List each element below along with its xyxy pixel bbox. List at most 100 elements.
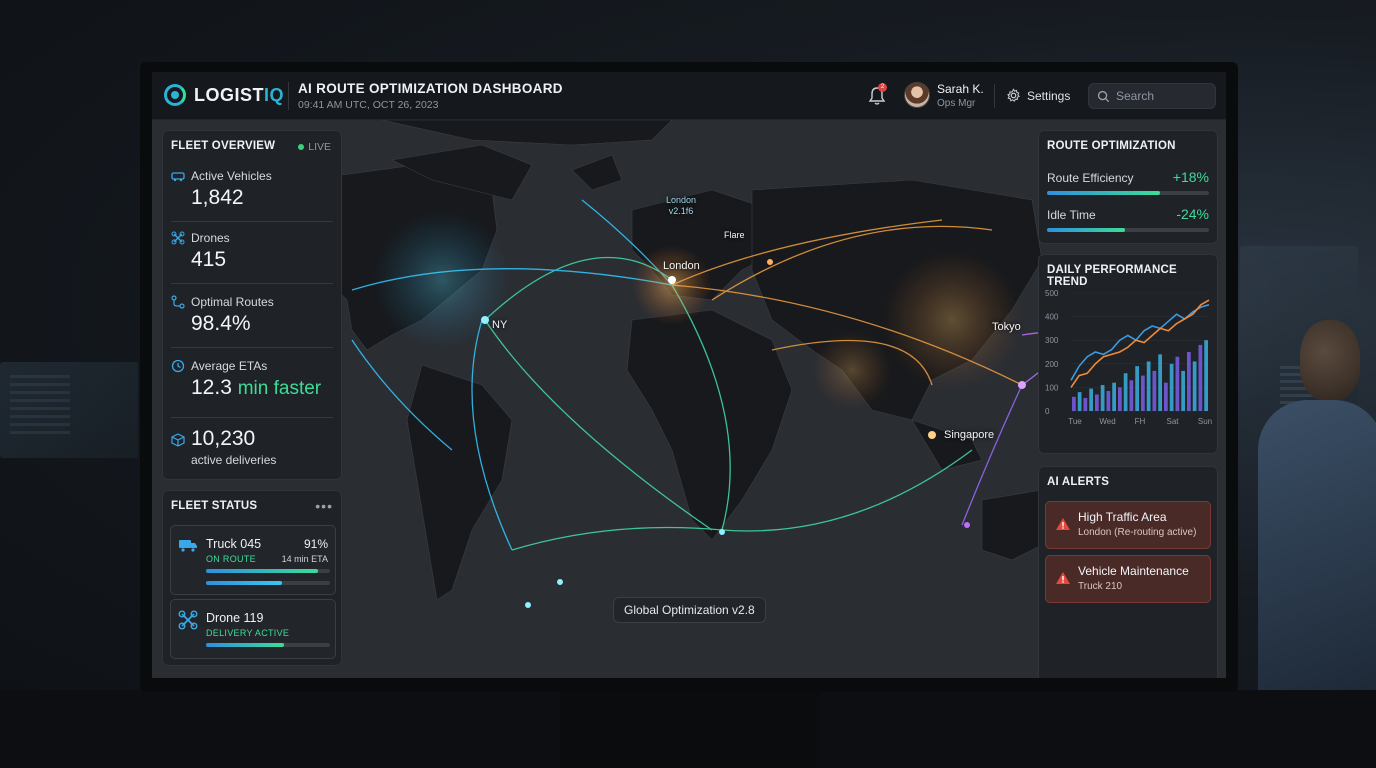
x-tick-label: Sat <box>1166 417 1179 426</box>
bar <box>1181 370 1185 411</box>
bar <box>1164 382 1168 411</box>
bar <box>1175 356 1180 411</box>
search-icon <box>1097 90 1110 102</box>
bar <box>1135 366 1139 411</box>
background-person <box>1250 310 1376 710</box>
warning-icon <box>1056 572 1070 584</box>
y-tick-label: 200 <box>1045 360 1059 369</box>
truck-icon <box>179 540 197 552</box>
bar <box>1169 363 1174 411</box>
fleet-status-title: FLEET STATUS <box>171 500 258 512</box>
metric-optimal-routes[interactable]: Optimal Routes 98.4% <box>171 295 333 336</box>
progress-bar <box>206 643 330 647</box>
live-dot-icon <box>298 144 305 150</box>
metric-active-deliveries[interactable]: 10,230 active deliveries <box>171 427 333 467</box>
logo-icon <box>164 84 186 106</box>
progress-fill <box>1047 191 1161 195</box>
dashboard-screen: LOGISTIQ AI ROUTE OPTIMIZATION DASHBOARD… <box>152 72 1226 678</box>
header-divider <box>288 82 289 110</box>
progress-fill <box>206 581 282 585</box>
search-input[interactable] <box>1116 89 1206 103</box>
background-monitor-left <box>0 362 138 458</box>
bar <box>1192 361 1197 411</box>
ny-label[interactable]: NY <box>492 319 507 331</box>
bar <box>1089 388 1093 411</box>
x-tick-label: Sun <box>1198 417 1212 426</box>
truck-icon <box>171 172 185 182</box>
bar <box>1077 392 1082 411</box>
fleet-card-state: DELIVERY ACTIVE <box>206 628 290 638</box>
fleet-overview-panel: FLEET OVERVIEW LIVE Active Vehicles 1,84… <box>162 130 342 480</box>
y-tick-label: 500 <box>1045 289 1059 298</box>
title-block: AI ROUTE OPTIMIZATION DASHBOARD 09:41 AM… <box>298 81 563 111</box>
route-optimization-title: ROUTE OPTIMIZATION <box>1047 140 1176 152</box>
separator <box>171 221 333 222</box>
settings-button[interactable]: Settings <box>1006 88 1070 103</box>
metric-average-etas[interactable]: Average ETAs 12.3 min faster <box>171 359 333 400</box>
gear-icon <box>1007 88 1020 102</box>
route-efficiency-row[interactable]: Route Efficiency +18% <box>1047 169 1209 195</box>
clock-icon <box>171 359 185 373</box>
idle-time-value: -24% <box>1176 206 1209 222</box>
y-tick-label: 0 <box>1045 407 1050 416</box>
metric-drones[interactable]: Drones 415 <box>171 231 333 272</box>
settings-label: Settings <box>1027 88 1071 103</box>
user-block[interactable]: Sarah K. Ops Mgr <box>937 82 984 109</box>
warning-icon <box>1056 518 1070 530</box>
live-indicator: LIVE <box>298 141 331 153</box>
x-tick-label: FH <box>1135 417 1146 426</box>
bar <box>1095 394 1099 411</box>
drone-icon <box>178 610 198 630</box>
notification-badge: 2 <box>878 83 887 92</box>
dashboard-timestamp: 09:41 AM UTC, OCT 26, 2023 <box>298 99 439 111</box>
user-role: Ops Mgr <box>937 98 976 109</box>
header-divider-2 <box>994 84 995 108</box>
version-chip: Global Optimization v2.8 <box>613 597 766 623</box>
bar <box>1152 370 1157 411</box>
fleet-card-drone-119[interactable]: Drone 119 DELIVERY ACTIVE <box>170 599 336 659</box>
logo-text: LOGISTIQ <box>194 84 285 105</box>
progress-bar <box>1047 191 1209 195</box>
alert-high-traffic[interactable]: High Traffic Area London (Re-routing act… <box>1045 501 1211 549</box>
idle-time-row[interactable]: Idle Time -24% <box>1047 206 1209 232</box>
more-options-button[interactable]: ••• <box>315 498 333 514</box>
metric-active-vehicles[interactable]: Active Vehicles 1,842 <box>171 169 333 210</box>
bar <box>1141 375 1145 411</box>
tokyo-label[interactable]: Tokyo <box>992 321 1021 333</box>
fleet-status-panel: FLEET STATUS ••• Truck 045 ON ROUTE 91% … <box>162 490 342 666</box>
progress-bar <box>206 569 330 573</box>
ai-alerts-title: AI ALERTS <box>1047 476 1110 488</box>
progress-fill <box>1047 228 1125 232</box>
singapore-label[interactable]: Singapore <box>944 429 994 441</box>
fleet-card-truck-045[interactable]: Truck 045 ON ROUTE 91% 14 min ETA <box>170 525 336 595</box>
flare-label: Flare <box>724 230 745 240</box>
bar <box>1112 382 1116 411</box>
drone-icon <box>171 231 185 245</box>
x-tick-label: Wed <box>1099 417 1115 426</box>
progress-fill <box>206 643 285 647</box>
alert-vehicle-maintenance[interactable]: Vehicle Maintenance Truck 210 <box>1045 555 1211 603</box>
logo[interactable]: LOGISTIQ <box>164 84 284 106</box>
bar <box>1158 354 1162 411</box>
package-icon <box>171 433 185 447</box>
progress-fill <box>206 569 318 573</box>
route-icon <box>171 295 185 309</box>
london-label[interactable]: London <box>663 260 700 272</box>
separator <box>171 417 333 418</box>
search-box[interactable] <box>1088 83 1216 109</box>
bar <box>1187 352 1191 411</box>
separator <box>171 283 333 284</box>
progress-bar <box>1047 228 1209 232</box>
bar <box>1118 387 1122 411</box>
fleet-overview-title: FLEET OVERVIEW <box>171 140 276 152</box>
avatar[interactable] <box>904 82 930 108</box>
bar <box>1083 398 1088 411</box>
fleet-card-percent: 91% <box>303 537 328 551</box>
london-tag: London v2.1f6 <box>666 195 697 216</box>
dashboard-title: AI ROUTE OPTIMIZATION DASHBOARD <box>298 81 563 96</box>
route-optimization-panel: ROUTE OPTIMIZATION Route Efficiency +18%… <box>1038 130 1218 244</box>
ai-alerts-panel: AI ALERTS High Traffic Area London (Re-r… <box>1038 466 1218 678</box>
daily-performance-chart[interactable]: 0 100 200 300 400 500 Tue Wed FH Sat Sun <box>1039 283 1217 453</box>
bar <box>1204 340 1208 411</box>
daily-performance-panel: DAILY PERFORMANCE TREND 0 100 200 300 400 500… <box>1038 254 1218 454</box>
